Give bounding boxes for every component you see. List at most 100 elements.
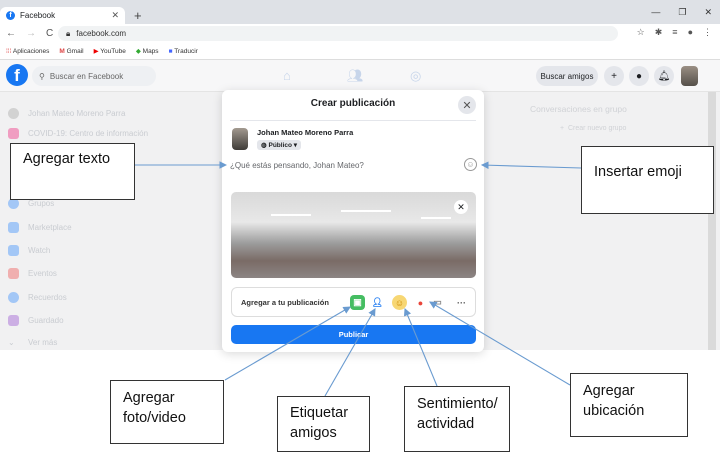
search-icon: ⚲	[39, 71, 45, 81]
create-icon[interactable]: +	[604, 66, 624, 86]
sidebar-item-saved[interactable]: Guardado	[8, 315, 64, 326]
divider	[230, 120, 476, 121]
search-placeholder: Buscar en Facebook	[49, 71, 124, 81]
attached-photo	[231, 192, 476, 278]
apps-icon: ⁞⁞⁞	[6, 47, 12, 55]
annotation-tag-friends: Etiquetar amigos	[277, 396, 370, 452]
youtube-icon: ▶	[93, 48, 99, 55]
browser-tab[interactable]: f Facebook ✕	[0, 7, 125, 24]
bookmark-label: YouTube	[100, 48, 126, 55]
translate-icon: ■	[168, 47, 173, 55]
user-avatar	[232, 128, 248, 150]
facebook-favicon-icon: f	[6, 11, 15, 20]
sidebar-label: Marketplace	[28, 223, 72, 232]
bookmarks-bar: ⁞⁞⁞ Aplicaciones M Gmail ▶ YouTube ◆ Map…	[0, 43, 720, 60]
profile-icon[interactable]: ●	[688, 27, 693, 38]
add-to-post-label: Agregar a tu publicación	[241, 297, 329, 307]
caret-down-icon: ▾	[291, 142, 298, 149]
location-icon[interactable]: ●	[413, 295, 428, 310]
tag-friends-icon[interactable]: 👤︎	[370, 295, 385, 310]
close-tab-icon[interactable]: ✕	[111, 10, 119, 21]
annotation-feeling: Sentimiento/ actividad	[404, 386, 510, 452]
back-icon[interactable]: ←	[6, 28, 16, 39]
privacy-selector[interactable]: ◍ Público ▾	[257, 140, 302, 150]
forward-icon[interactable]: →	[26, 28, 36, 39]
create-group-label: Crear nuevo grupo	[567, 125, 627, 132]
live-video-icon[interactable]: ▭	[430, 295, 445, 310]
privacy-label: Público	[268, 142, 292, 149]
add-to-post-bar: Agregar a tu publicación ▣ 👤︎ ☺ ● ▭ ···	[231, 287, 476, 317]
sidebar-label: COVID-19: Centro de información	[28, 129, 149, 138]
group-conversations-heading: Conversaciones en grupo	[530, 104, 627, 114]
find-friends-button[interactable]: Buscar amigos	[536, 66, 598, 86]
reload-icon[interactable]: C	[46, 28, 53, 39]
notifications-icon[interactable]: 🔔︎	[654, 66, 674, 86]
star-icon[interactable]: ☆	[637, 27, 645, 38]
post-text-input[interactable]: ¿Qué estás pensando, Johan Mateo?	[230, 161, 364, 170]
sidebar-item-see-more[interactable]: ⌄ Ver más	[8, 338, 57, 347]
menu-icon[interactable]: ⋮	[703, 27, 712, 38]
sidebar-label: Johan Mateo Moreno Parra	[28, 109, 126, 118]
bookmark-label: Aplicaciones	[12, 47, 50, 55]
annotation-emoji: Insertar emoji	[581, 146, 714, 214]
chevron-down-icon: ⌄	[8, 338, 15, 347]
sidebar-item-events[interactable]: Eventos	[8, 268, 57, 279]
extensions: ☆ ✱ ≡ ● ⋮	[637, 27, 712, 38]
plus-icon: +	[560, 125, 568, 132]
more-icon[interactable]: ···	[454, 295, 469, 310]
minimize-icon[interactable]: —	[651, 7, 660, 18]
gmail-icon: M	[59, 47, 65, 55]
bookmark-apps[interactable]: ⁞⁞⁞ Aplicaciones	[6, 48, 49, 55]
tab-title: Facebook	[20, 11, 56, 20]
sidebar-label: Guardado	[28, 316, 64, 325]
sidebar-label: Recuerdos	[28, 293, 67, 302]
bookmark-translate[interactable]: ■ Traducir	[169, 48, 198, 55]
bookmark-label: Gmail	[66, 47, 84, 55]
annotation-add-text: Agregar texto	[10, 143, 135, 200]
sidebar-label: Watch	[28, 246, 51, 255]
bookmark-maps[interactable]: ◆ Maps	[136, 47, 159, 55]
bookmark-label: Maps	[142, 48, 159, 55]
dialog-title: Crear publicación	[310, 98, 396, 109]
create-post-dialog: Crear publicación ✕ Johan Mateo Moreno P…	[222, 90, 484, 352]
sidebar-label: Grupos	[28, 199, 55, 208]
groups-icon[interactable]: ◎	[410, 68, 421, 84]
playlist-icon[interactable]: ≡	[672, 27, 677, 38]
photo-video-icon[interactable]: ▣	[350, 295, 365, 310]
create-group-link[interactable]: + Crear nuevo grupo	[560, 125, 626, 132]
scrollbar[interactable]	[708, 92, 716, 350]
bookmark-youtube[interactable]: ▶ YouTube	[94, 47, 126, 55]
sidebar-item-marketplace[interactable]: Marketplace	[8, 222, 72, 233]
sidebar-item-covid[interactable]: COVID-19: Centro de información	[8, 128, 148, 139]
bookmark-label: Traducir	[174, 47, 198, 55]
feeling-icon[interactable]: ☺	[392, 295, 407, 310]
sidebar-label: Ver más	[28, 338, 58, 347]
close-window-icon[interactable]: ✕	[704, 7, 712, 18]
sidebar-item-memories[interactable]: Recuerdos	[8, 292, 67, 303]
search-input[interactable]: ⚲ Buscar en Facebook	[32, 66, 156, 86]
sidebar-item-profile[interactable]: Johan Mateo Moreno Parra	[8, 108, 125, 119]
home-icon[interactable]: ⌂	[283, 68, 291, 83]
close-dialog-button[interactable]: ✕	[458, 96, 476, 114]
user-name: Johan Mateo Moreno Parra	[257, 128, 354, 137]
puzzle-icon[interactable]: ✱	[655, 27, 663, 38]
messenger-icon[interactable]: ●	[629, 66, 649, 86]
url-input[interactable]: 🔒︎ facebook.com	[58, 26, 618, 41]
window-controls: — ❐ ✕	[651, 7, 712, 18]
remove-photo-button[interactable]: ✕	[454, 200, 468, 214]
sidebar-item-watch[interactable]: Watch	[8, 245, 50, 256]
facebook-logo-icon[interactable]: f	[6, 64, 28, 86]
maximize-icon[interactable]: ❐	[678, 7, 686, 18]
maps-icon: ◆	[135, 48, 141, 55]
bookmark-gmail[interactable]: M Gmail	[59, 48, 83, 55]
annotation-location: Agregar ubicación	[570, 373, 688, 437]
annotation-photo-video: Agregar foto/video	[110, 380, 224, 444]
lock-icon: 🔒︎	[66, 28, 71, 38]
sidebar-label: Eventos	[28, 269, 57, 278]
friends-icon[interactable]: 👥︎	[347, 68, 364, 84]
url-text: facebook.com	[76, 29, 127, 38]
emoji-icon[interactable]: ☺	[464, 158, 477, 171]
account-avatar[interactable]	[681, 66, 698, 86]
new-tab-button[interactable]: +	[134, 8, 142, 23]
publish-button[interactable]: Publicar	[231, 325, 476, 344]
